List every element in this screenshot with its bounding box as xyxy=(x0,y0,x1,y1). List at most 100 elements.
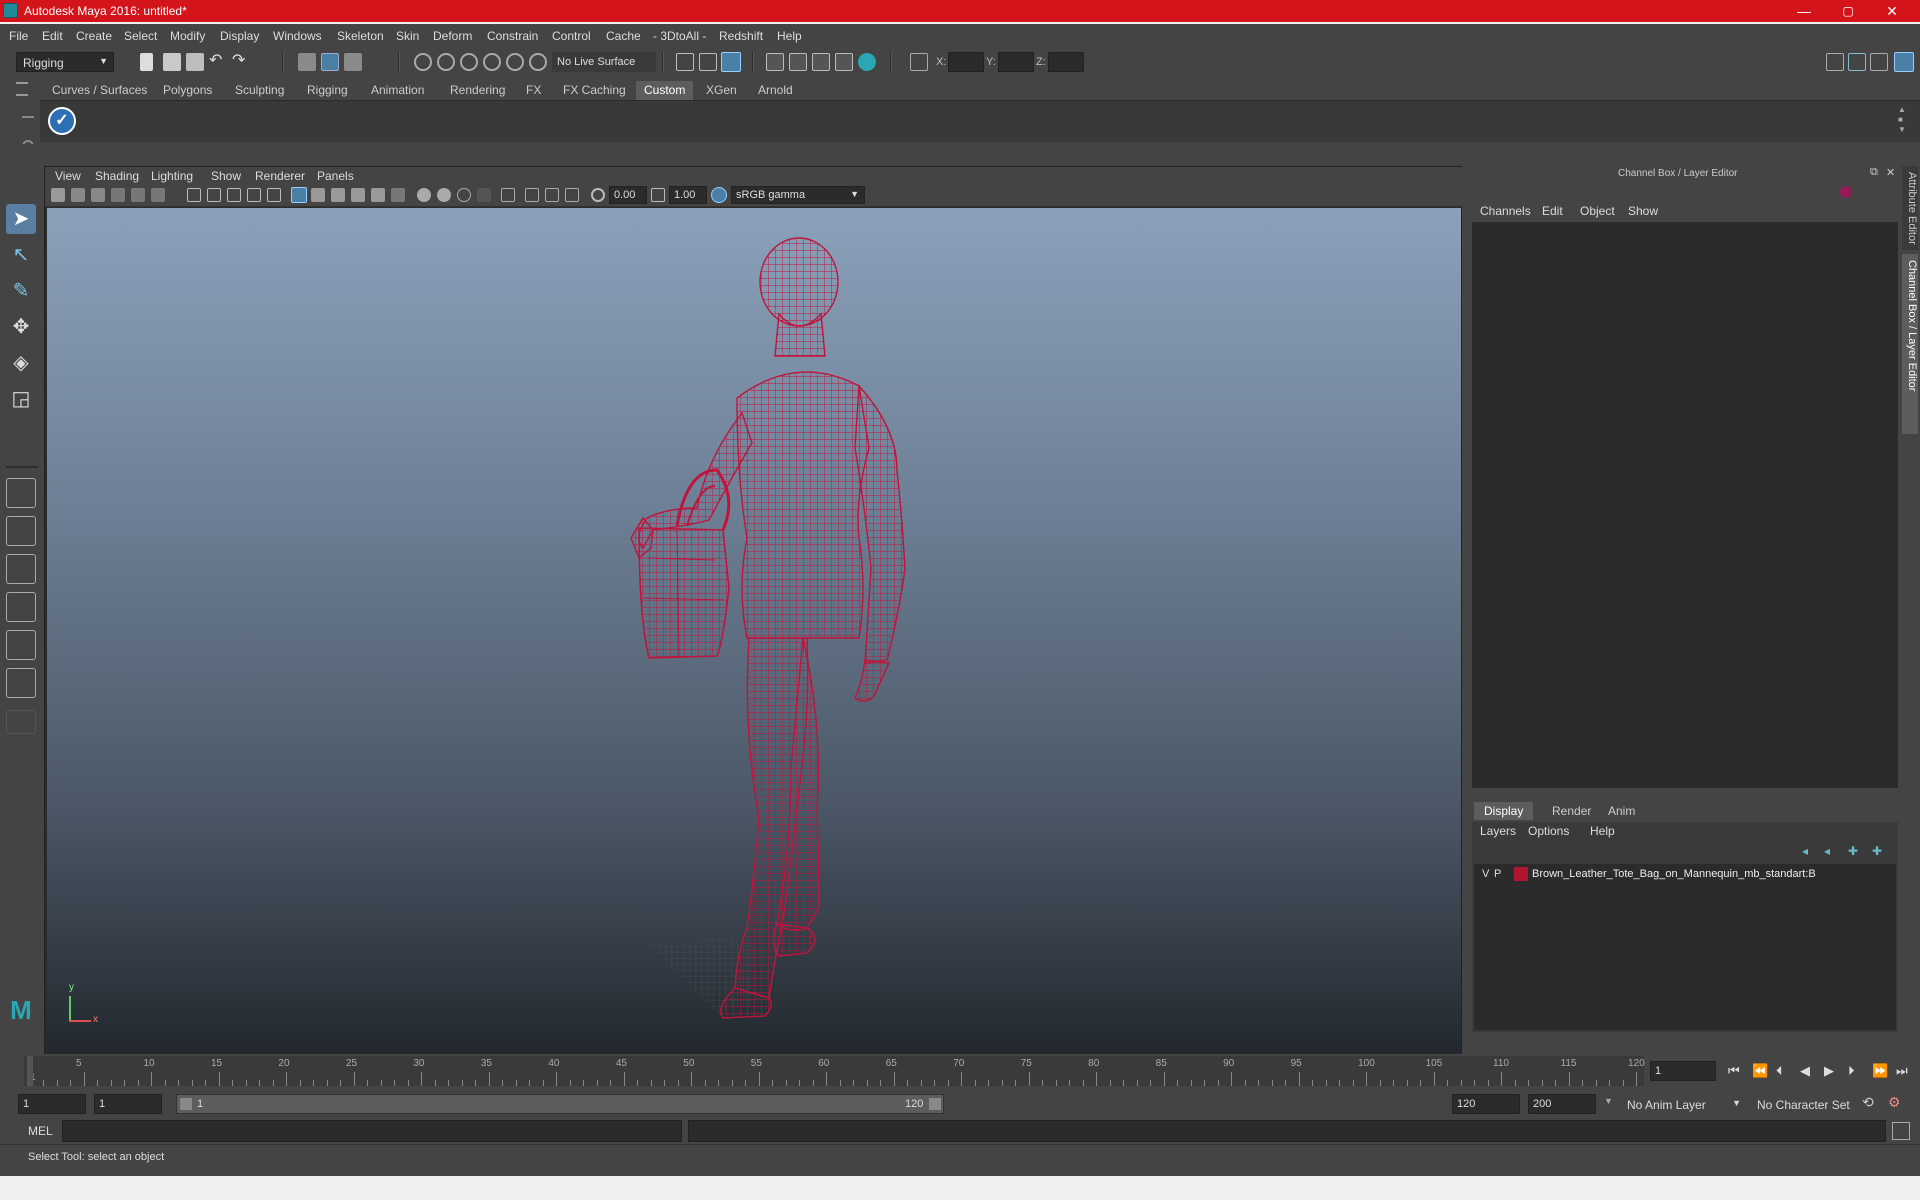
menu-cache[interactable]: Cache xyxy=(606,29,641,43)
xray-icon[interactable] xyxy=(525,188,539,202)
playback-end-field[interactable]: 120 xyxy=(1452,1094,1520,1114)
edit-menu[interactable]: Edit xyxy=(1542,204,1563,218)
lights-icon[interactable] xyxy=(371,188,385,202)
float-panel-icon[interactable]: ⧉ xyxy=(1870,166,1878,179)
menu-file[interactable]: File xyxy=(9,29,28,43)
film-gate-icon[interactable] xyxy=(131,188,145,202)
z-coord-field[interactable] xyxy=(1048,52,1084,72)
modeling-toolkit-icon[interactable] xyxy=(1826,53,1844,71)
tab-channel-box-layer-editor[interactable]: Channel Box / Layer Editor xyxy=(1902,254,1918,434)
menu-edit[interactable]: Edit xyxy=(42,29,63,43)
layer-name[interactable]: Brown_Leather_Tote_Bag_on_Mannequin_mb_s… xyxy=(1532,868,1816,880)
command-language-label[interactable]: MEL xyxy=(28,1124,53,1138)
menu-windows[interactable]: Windows xyxy=(273,29,322,43)
tab-attribute-editor[interactable]: Attribute Editor xyxy=(1902,166,1918,250)
tab-render[interactable]: Render xyxy=(1542,802,1601,820)
tab-anim[interactable]: Anim xyxy=(1598,802,1645,820)
menu-deform[interactable]: Deform xyxy=(433,29,472,43)
live-surface-field[interactable]: No Live Surface xyxy=(552,52,656,72)
tab-fx[interactable]: FX xyxy=(518,81,549,100)
paint-select-tool-icon[interactable]: ✎ xyxy=(6,276,36,306)
time-ruler[interactable]: 1510152025303540455055606570758085909510… xyxy=(24,1056,1645,1086)
panel-menu-renderer[interactable]: Renderer xyxy=(255,169,305,183)
panel-menu-show[interactable]: Show xyxy=(211,169,241,183)
minimize-button[interactable]: — xyxy=(1782,0,1826,22)
range-slider[interactable]: 1 120 xyxy=(176,1094,944,1114)
shadows-icon[interactable] xyxy=(391,188,405,202)
lasso-tool-icon[interactable]: ↖ xyxy=(6,240,36,270)
checkmark-icon[interactable]: ✓ xyxy=(48,107,76,135)
select-hierarchy-icon[interactable] xyxy=(298,53,316,71)
channel-box-option-icon[interactable] xyxy=(1840,186,1852,198)
menu-control[interactable]: Control xyxy=(552,29,591,43)
graph-editor-layout-icon[interactable] xyxy=(6,630,36,660)
step-back-key-icon[interactable]: ⏴ xyxy=(1776,1063,1783,1079)
anti-aliasing-icon[interactable] xyxy=(457,188,471,202)
attribute-editor-toggle-icon[interactable] xyxy=(1848,53,1866,71)
select-component-icon[interactable] xyxy=(344,53,362,71)
auto-key-icon[interactable]: ⟲ xyxy=(1862,1094,1874,1111)
resolution-gate-icon[interactable] xyxy=(151,188,165,202)
close-panel-icon[interactable]: ✕ xyxy=(1886,166,1895,179)
single-pane-layout-icon[interactable] xyxy=(6,478,36,508)
safe-action-icon[interactable] xyxy=(247,188,261,202)
move-layer-up-icon[interactable]: ◂ xyxy=(1802,844,1808,858)
mannequin-wireframe[interactable] xyxy=(47,208,1461,1074)
step-forward-key-icon[interactable]: ⏵ xyxy=(1848,1063,1855,1079)
exposure-field[interactable]: 0.00 xyxy=(609,186,647,204)
layer-row[interactable]: V P Brown_Leather_Tote_Bag_on_Mannequin_… xyxy=(1474,866,1894,884)
play-forwards-icon[interactable]: ▶ xyxy=(1824,1063,1834,1079)
panel-menu-panels[interactable]: Panels xyxy=(317,169,354,183)
close-button[interactable]: ✕ xyxy=(1870,0,1914,22)
snap-view-plane-icon[interactable] xyxy=(483,53,501,71)
step-back-frame-icon[interactable]: ⏪ xyxy=(1752,1063,1768,1079)
shelf-scroll-icon[interactable]: ▲ ■ ▼ xyxy=(1898,105,1908,135)
gamma-icon[interactable] xyxy=(651,188,665,202)
color-management-icon[interactable] xyxy=(711,187,727,203)
tab-curves-surfaces[interactable]: Curves / Surfaces xyxy=(44,81,155,100)
gamma-field[interactable]: 1.00 xyxy=(669,186,707,204)
menu-constrain[interactable]: Constrain xyxy=(487,29,538,43)
output-ops-icon[interactable] xyxy=(699,53,717,71)
tab-display[interactable]: Display xyxy=(1474,802,1534,820)
render-current-icon[interactable] xyxy=(789,53,807,71)
y-coord-field[interactable] xyxy=(998,52,1034,72)
xray-joints-icon[interactable] xyxy=(545,188,559,202)
preferences-icon[interactable]: ⚙ xyxy=(1888,1094,1901,1111)
maximize-button[interactable]: ▢ xyxy=(1826,0,1870,22)
tab-fx-caching[interactable]: FX Caching xyxy=(555,81,634,100)
gate-mask-icon[interactable] xyxy=(207,188,221,202)
panel-menu-lighting[interactable]: Lighting xyxy=(151,169,193,183)
menu-display[interactable]: Display xyxy=(220,29,259,43)
channels-menu[interactable]: Channels xyxy=(1480,204,1531,218)
panel-menu-view[interactable]: View xyxy=(55,169,81,183)
tab-polygons[interactable]: Polygons xyxy=(155,81,220,100)
tab-arnold[interactable]: Arnold xyxy=(750,81,801,100)
open-scene-icon[interactable] xyxy=(163,53,181,71)
menu-skeleton[interactable]: Skeleton xyxy=(337,29,384,43)
bookmark-icon[interactable] xyxy=(91,188,105,202)
hypershade-layout-icon[interactable] xyxy=(6,668,36,698)
render-view-icon[interactable] xyxy=(766,53,784,71)
layer-color-swatch[interactable] xyxy=(1514,867,1528,881)
side-by-side-layout-icon[interactable] xyxy=(6,554,36,584)
tab-rigging[interactable]: Rigging xyxy=(299,81,356,100)
ipr-render-icon[interactable] xyxy=(812,53,830,71)
save-scene-icon[interactable] xyxy=(186,53,204,71)
magnet-icon[interactable] xyxy=(529,53,547,71)
new-scene-icon[interactable] xyxy=(140,53,153,71)
channel-box-toggle-icon[interactable] xyxy=(1894,52,1914,72)
image-plane-icon[interactable] xyxy=(111,188,125,202)
depth-of-field-icon[interactable] xyxy=(477,188,491,202)
textured-icon[interactable] xyxy=(351,188,365,202)
tool-settings-icon[interactable] xyxy=(1870,53,1888,71)
character-set-dropdown[interactable]: No Character Set xyxy=(1750,1094,1874,1114)
new-layer-icon[interactable]: ✚ xyxy=(1848,844,1858,858)
xray-components-icon[interactable] xyxy=(565,188,579,202)
motion-blur-icon[interactable] xyxy=(437,188,451,202)
snap-grid-icon[interactable] xyxy=(414,53,432,71)
tab-custom[interactable]: Custom xyxy=(636,81,694,100)
menu-redshift[interactable]: Redshift xyxy=(719,29,763,43)
redo-icon[interactable]: ↷ xyxy=(232,53,250,71)
isolate-select-icon[interactable] xyxy=(501,188,515,202)
